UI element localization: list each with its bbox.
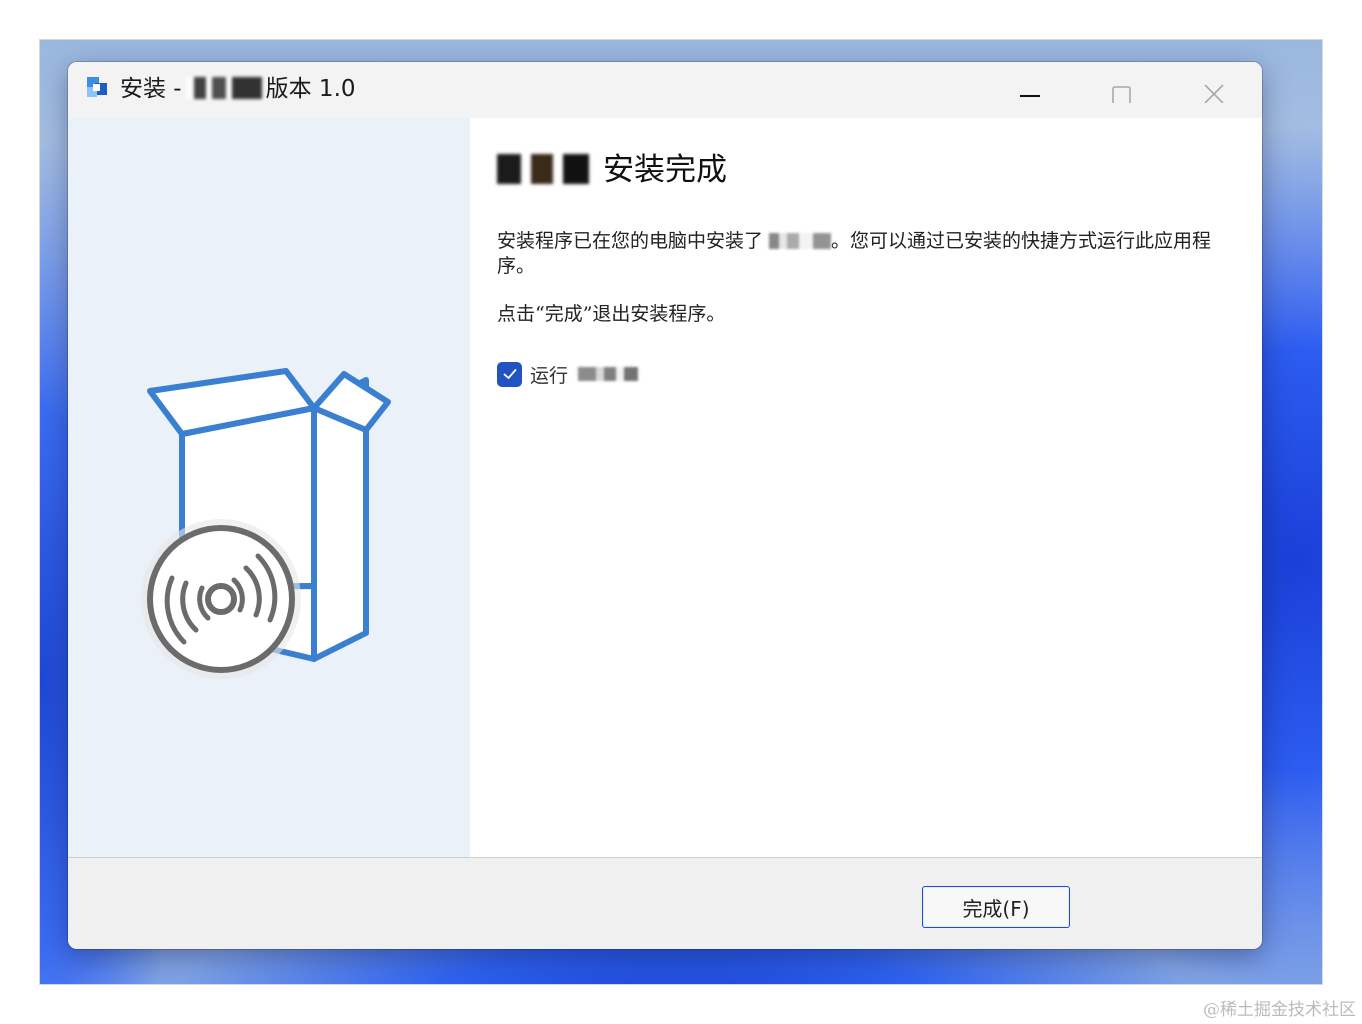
title-prefix: 安装 - (120, 76, 182, 102)
redacted-run-target (578, 367, 639, 381)
finish-instruction: 点击“完成”退出安装程序。 (497, 303, 726, 325)
maximize-icon (1112, 86, 1131, 103)
page-title: 安装完成 (497, 150, 727, 190)
run-checkbox-label: 运行 (530, 364, 569, 387)
redacted-logo (497, 154, 589, 184)
content-panel: 安装完成 安装程序已在您的电脑中安装了 。您可以通过已安装的快捷方式运行此应用程… (470, 118, 1262, 857)
watermark: @稀土掘金技术社区 (1203, 1000, 1356, 1020)
run-app-option[interactable]: 运行 (497, 360, 639, 388)
footer-bar: 完成(F) (68, 858, 1262, 949)
finish-button[interactable]: 完成(F) (922, 886, 1070, 928)
installer-app-icon (87, 77, 107, 97)
left-illustration-panel (68, 118, 470, 857)
run-checkbox[interactable] (497, 361, 522, 387)
title-bar[interactable]: 安装 - 版本 1.0 (68, 62, 1262, 118)
box-disc-illustration (141, 368, 391, 679)
maximize-button[interactable] (1099, 72, 1145, 110)
redacted-app-name (185, 77, 262, 99)
installer-window: 安装 - 版本 1.0 安装完成 安装程序已在您的电脑中安装了 。您可以通过已安… (68, 62, 1262, 949)
install-complete-message: 安装程序已在您的电脑中安装了 。您可以通过已安装的快捷方式运行此应用程序。 (497, 229, 1227, 279)
title-suffix: 版本 1.0 (265, 76, 356, 102)
checkmark-icon (503, 369, 516, 379)
minimize-button[interactable] (1007, 72, 1053, 110)
close-button[interactable] (1192, 72, 1238, 110)
close-icon (1204, 84, 1224, 103)
message-part-1: 安装程序已在您的电脑中安装了 (497, 230, 770, 252)
redacted-app-name-inline (769, 233, 832, 249)
heading-text: 安装完成 (603, 152, 727, 188)
minimize-icon (1020, 95, 1040, 97)
window-title: 安装 - 版本 1.0 (120, 75, 356, 103)
